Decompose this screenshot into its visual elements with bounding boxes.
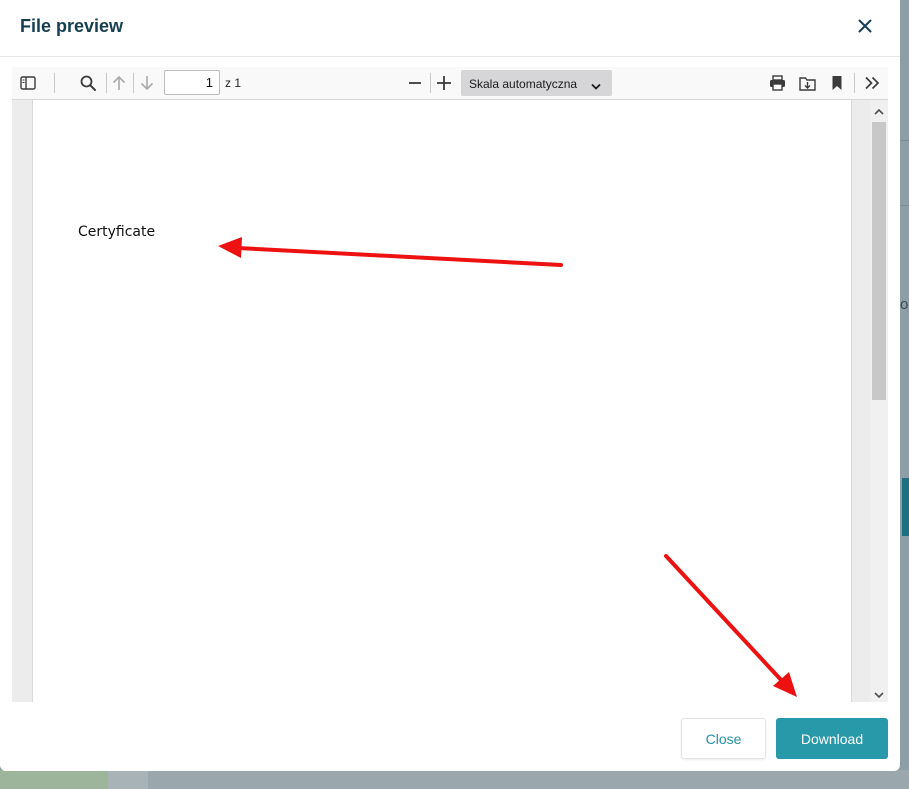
document-area: Certyficate [12,100,870,702]
save-icon[interactable] [796,72,818,94]
page-number-input[interactable] [164,70,220,95]
file-preview-dialog: File preview z 1 [0,0,900,771]
close-button[interactable]: Close [681,718,766,759]
scroll-down-icon[interactable] [874,686,884,699]
dialog-header: File preview [0,0,900,57]
vertical-scrollbar[interactable] [870,100,888,702]
scrollbar-thumb[interactable] [872,122,886,400]
arrow-down-icon[interactable] [136,72,158,94]
print-icon[interactable] [766,72,788,94]
page-count-label: z 1 [225,76,242,90]
pdf-toolbar: z 1 Skala automatyczna [12,67,888,100]
chevron-down-icon [591,78,601,96]
sidebar-toggle-icon[interactable] [17,72,39,94]
document-text: Certyficate [78,224,156,240]
background-app-edge: o [900,0,909,789]
download-button[interactable]: Download [776,718,888,759]
zoom-select[interactable]: Skala automatyczna [461,70,612,96]
pdf-page: Certyficate [32,100,852,702]
toolbar-separator [54,73,55,93]
plus-icon[interactable] [433,72,455,94]
background-partial-text: o [900,296,909,313]
scroll-up-icon[interactable] [874,103,884,115]
toolbar-separator [106,73,107,93]
zoom-select-label: Skala automatyczna [469,77,578,91]
bookmark-icon[interactable] [826,72,848,94]
background-app-bottom [0,770,909,789]
toolbar-separator [430,73,431,93]
toolbar-separator [133,73,134,93]
arrow-up-icon[interactable] [108,72,130,94]
toolbar-separator [854,73,855,93]
background-teal-block [902,478,909,536]
dialog-title: File preview [20,16,124,36]
pdf-viewer: z 1 Skala automatyczna [12,67,888,702]
minus-icon[interactable] [404,72,426,94]
dialog-footer: Close Download [0,702,900,771]
close-icon[interactable] [854,15,876,37]
search-icon[interactable] [77,72,99,94]
double-chevron-right-icon[interactable] [861,72,883,94]
